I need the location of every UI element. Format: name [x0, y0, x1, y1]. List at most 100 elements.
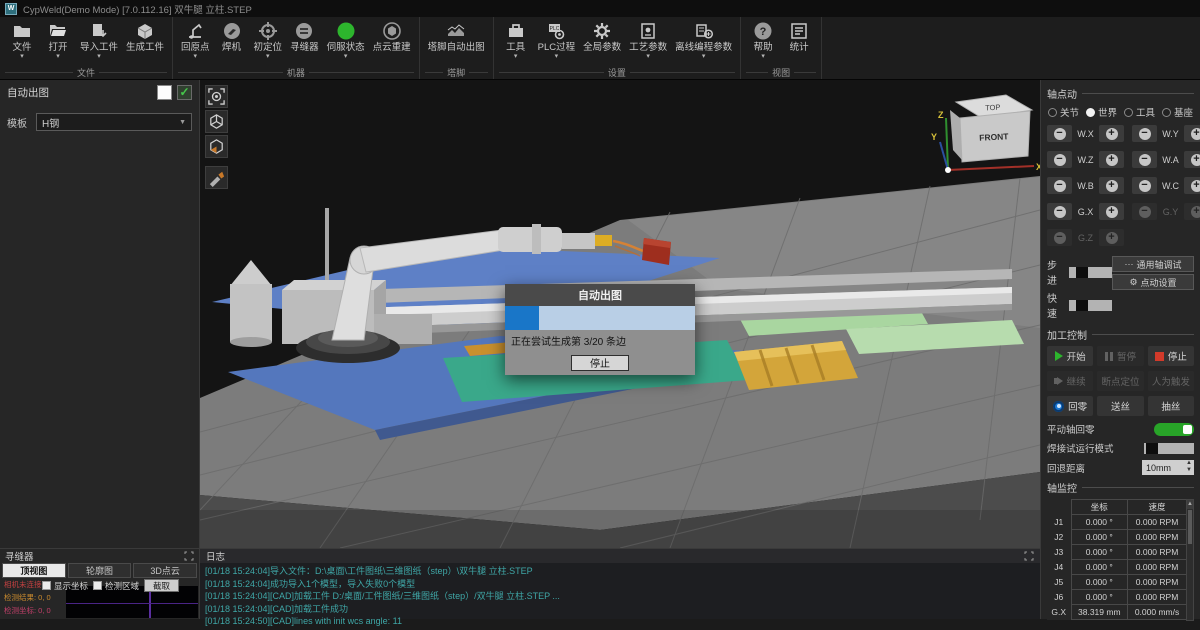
trigger-button[interactable]: 人为触发 — [1148, 371, 1194, 391]
jog-mode-radio[interactable]: 关节 — [1048, 105, 1079, 119]
breakpoint-button[interactable]: 断点定位 — [1097, 371, 1143, 391]
log-panel-title: 日志 — [206, 549, 225, 563]
scroll-up-icon[interactable]: ▲ — [1187, 500, 1193, 509]
seam-icon — [294, 19, 314, 42]
stop-button[interactable]: 停止 — [1148, 346, 1194, 366]
capture-button[interactable]: 截取 — [144, 579, 179, 592]
ribbon-button[interactable]: 全局参数 — [580, 19, 624, 61]
jog-plus-button[interactable]: + — [1099, 177, 1124, 194]
jog-minus-button[interactable]: − — [1047, 203, 1072, 220]
seam-tab[interactable]: 3D点云 — [133, 563, 197, 578]
jog-axis-cell: −G.X+ — [1047, 203, 1124, 220]
ribbon-button[interactable]: 塔脚自动出图 — [425, 19, 488, 61]
jog-plus-button[interactable]: + — [1184, 125, 1200, 142]
ribbon-button[interactable]: 焊机 — [215, 19, 249, 61]
translation-home-toggle[interactable] — [1154, 423, 1194, 436]
log-expand-icon[interactable] — [1024, 551, 1034, 561]
ribbon-group: 文件▾打开▾导入工件▾生成工件文件 — [0, 17, 173, 79]
ribbon-button[interactable]: 寻缝器 — [287, 19, 322, 61]
template-select[interactable]: H钢 ▼ — [36, 113, 192, 131]
jog-plus-button[interactable]: + — [1099, 203, 1124, 220]
dialog-stop-button[interactable]: 停止 — [571, 355, 629, 371]
step-slider[interactable] — [1069, 267, 1112, 278]
ribbon-button-label: 点云重建 — [373, 42, 411, 53]
monitor-coordinate-value: 0.000 ° — [1071, 590, 1128, 605]
expand-icon[interactable] — [184, 551, 194, 561]
jog-plus-button[interactable]: + — [1184, 177, 1200, 194]
orbit-view-button[interactable] — [205, 110, 228, 133]
ribbon-button[interactable]: 统计 — [782, 19, 816, 61]
fit-view-button[interactable] — [205, 85, 228, 108]
dropdown-arrow-icon: ▾ — [97, 53, 101, 61]
fast-label: 快速 — [1047, 290, 1064, 320]
jog-minus-button[interactable]: − — [1132, 177, 1157, 194]
ribbon-button[interactable]: 点云重建 — [370, 19, 414, 61]
jog-mode-radio[interactable]: 世界 — [1086, 105, 1117, 119]
ribbon-button-label: 统计 — [790, 42, 809, 53]
ribbon-button[interactable]: 伺服状态▾ — [324, 19, 368, 61]
ribbon-button[interactable]: 生成工件 — [123, 19, 167, 61]
ribbon-button-label: 回原点 — [181, 42, 210, 53]
jog-minus-button[interactable]: − — [1047, 177, 1072, 194]
ribbon-button-label: 帮助 — [754, 42, 773, 53]
jog-mode-radio[interactable]: 基座 — [1162, 105, 1193, 119]
auto-draw-checkbox-checked[interactable]: ✓ — [177, 85, 192, 100]
plus-icon: + — [1191, 206, 1200, 218]
jog-axis-label: W.X — [1075, 129, 1096, 139]
jog-settings-button[interactable]: ⚙点动设置 — [1112, 274, 1194, 290]
jog-minus-button[interactable]: − — [1047, 125, 1072, 142]
jog-plus-button[interactable]: + — [1099, 125, 1124, 142]
ribbon-toolbar: 文件▾打开▾导入工件▾生成工件文件回原点▾焊机初定位▾寻缝器伺服状态▾点云重建机… — [0, 17, 1200, 80]
ribbon-button[interactable]: 工具▾ — [499, 19, 533, 61]
log-line: [01/18 15:24:04]导入文件：D:\桌面\工件图纸\三维图纸（ste… — [205, 565, 1035, 578]
auto-draw-checkbox-blank[interactable] — [157, 85, 172, 100]
ribbon-button[interactable]: 回原点▾ — [178, 19, 213, 61]
jog-plus-button[interactable]: + — [1099, 151, 1124, 168]
home-button[interactable]: 回零 — [1047, 396, 1093, 416]
ribbon-button[interactable]: 导入工件▾ — [77, 19, 121, 61]
retract-distance-label: 回退距离 — [1047, 461, 1085, 475]
spinner-arrows-icon[interactable]: ▲▼ — [1186, 460, 1192, 474]
app-logo-icon: W — [5, 3, 17, 15]
jog-minus-button[interactable]: − — [1132, 151, 1157, 168]
ribbon-button[interactable]: 初定位▾ — [251, 19, 286, 61]
ribbon-button[interactable]: PLCPLC过程▾ — [535, 19, 578, 61]
jog-mode-label: 工具 — [1136, 105, 1155, 119]
ribbon-button-label: 初定位 — [254, 42, 283, 53]
seam-tab[interactable]: 轮廓图 — [68, 563, 132, 578]
ribbon-button[interactable]: 打开▾ — [41, 19, 75, 61]
ribbon-button[interactable]: 离线编程参数▾ — [672, 19, 735, 61]
pause-button[interactable]: 暂停 — [1097, 346, 1143, 366]
jog-plus-button[interactable]: + — [1184, 151, 1200, 168]
torch-sim-button[interactable] — [205, 166, 228, 189]
axis-monitor-table: 坐标速度J10.000 °0.000 RPMJ20.000 °0.000 RPM… — [1047, 499, 1187, 620]
monitor-scrollbar[interactable]: ▲ — [1186, 499, 1194, 621]
jog-mode-radio[interactable]: 工具 — [1124, 105, 1155, 119]
welder-icon — [222, 19, 242, 42]
camera-checkbox[interactable]: 显示坐标 — [42, 580, 88, 592]
jog-minus-button[interactable]: − — [1132, 125, 1157, 142]
resume-button[interactable]: 继续 — [1047, 371, 1093, 391]
wire-retract-button[interactable]: 抽丝 — [1148, 396, 1194, 416]
ribbon-button[interactable]: ?帮助▾ — [746, 19, 780, 61]
monitor-section-header: 轴监控 — [1047, 480, 1194, 495]
fast-slider[interactable] — [1069, 300, 1112, 311]
wire-feed-button[interactable]: 送丝 — [1097, 396, 1143, 416]
minus-icon: − — [1054, 128, 1066, 140]
monitor-speed-value: 0.000 RPM — [1128, 560, 1187, 575]
section-view-button[interactable] — [205, 135, 228, 158]
gear-icon: ⚙ — [1129, 277, 1137, 288]
axis-debug-button[interactable]: ···通用轴调试 — [1112, 256, 1194, 272]
ribbon-group: 回原点▾焊机初定位▾寻缝器伺服状态▾点云重建机器 — [173, 17, 420, 79]
toolbox-icon — [506, 19, 526, 42]
camera-checkbox[interactable]: 检测区域 — [93, 580, 139, 592]
ribbon-button[interactable]: 工艺参数▾ — [626, 19, 670, 61]
ribbon-button[interactable]: 文件▾ — [5, 19, 39, 61]
trial-mode-toggle[interactable] — [1144, 443, 1194, 454]
retract-distance-spinner[interactable]: 10mm ▲▼ — [1142, 460, 1194, 475]
jog-minus-button[interactable]: − — [1047, 151, 1072, 168]
minus-icon: − — [1054, 232, 1066, 244]
seam-tab[interactable]: 顶视图 — [2, 563, 66, 578]
start-button[interactable]: 开始 — [1047, 346, 1093, 366]
jog-minus-button: − — [1047, 229, 1072, 246]
